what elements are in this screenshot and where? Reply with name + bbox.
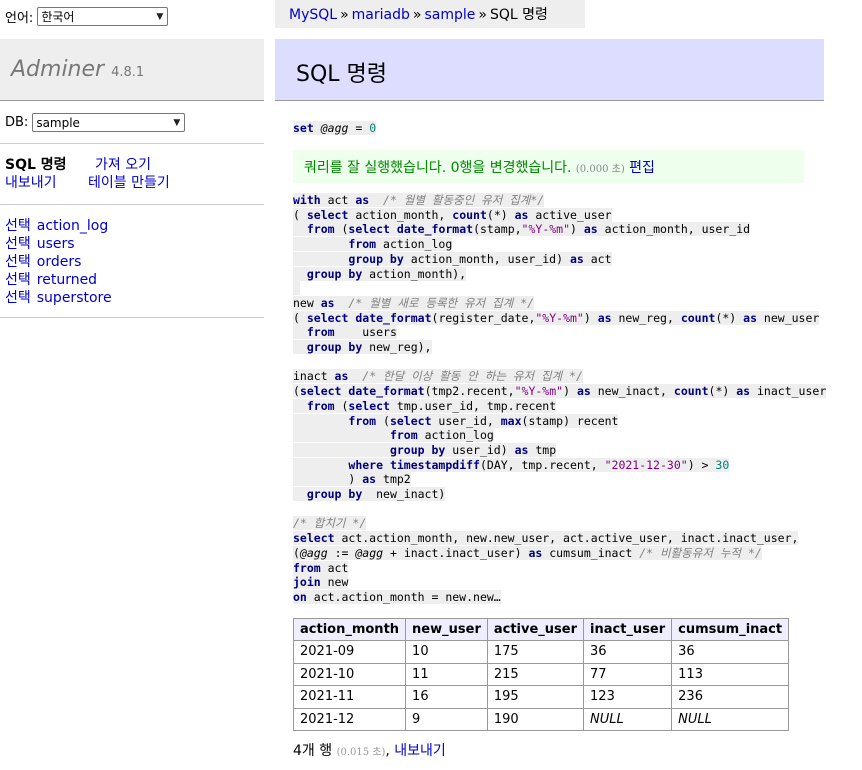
results-footer: 4개 행 (0.015 초), 내보내기 bbox=[293, 743, 446, 759]
db-value: sample bbox=[36, 115, 80, 130]
table-cell: 2021-09 bbox=[292, 640, 407, 664]
select-link[interactable]: 선택 bbox=[5, 217, 31, 235]
chevron-down-icon: ▼ bbox=[173, 117, 181, 128]
table-cell: 236 bbox=[671, 685, 790, 709]
breadcrumb-mysql[interactable]: MySQL bbox=[289, 7, 337, 23]
export-results-link[interactable]: 내보내기 bbox=[394, 743, 446, 759]
sql-set-statement: set @agg = 0 bbox=[293, 121, 377, 136]
query-time: (0.015 초) bbox=[336, 747, 386, 758]
table-cell: 2021-10 bbox=[292, 662, 407, 686]
sidebar-divider bbox=[0, 317, 264, 318]
language-value: 한국어 bbox=[41, 10, 75, 24]
db-selector-row: DB: sample ▼ bbox=[5, 113, 186, 132]
sql-operator: = bbox=[355, 121, 363, 135]
table-cell: 2021-12 bbox=[292, 707, 407, 731]
table-link-returned[interactable]: returned bbox=[37, 271, 97, 289]
table-cell: NULL bbox=[583, 707, 673, 731]
row-count: 4개 행 bbox=[293, 743, 333, 759]
table-link-action-log[interactable]: action_log bbox=[37, 217, 108, 235]
table-cell: 36 bbox=[583, 640, 673, 664]
sidebar-links: SQL 명령 가져 오기 내보내기 테이블 만들기 bbox=[5, 156, 170, 192]
success-message: 쿼리를 잘 실행했습니다. 0행을 변경했습니다. (0.000 초) 편집 bbox=[293, 150, 804, 183]
breadcrumb-server[interactable]: mariadb bbox=[352, 7, 410, 23]
table-item: 선택 superstore bbox=[5, 289, 112, 307]
app-version: 4.8.1 bbox=[111, 65, 145, 80]
sidebar-divider bbox=[0, 143, 264, 144]
table-link-superstore[interactable]: superstore bbox=[37, 289, 112, 307]
create-table-link[interactable]: 테이블 만들기 bbox=[88, 174, 170, 192]
table-cell: 215 bbox=[486, 662, 585, 686]
query-time: (0.000 초) bbox=[575, 164, 625, 175]
breadcrumb: MySQL» mariadb» sample» SQL 명령 bbox=[275, 0, 585, 28]
table-item: 선택 users bbox=[5, 235, 112, 253]
select-link[interactable]: 선택 bbox=[5, 253, 31, 271]
sql-command-link[interactable]: SQL 명령 bbox=[5, 156, 95, 174]
column-header[interactable]: new_user bbox=[405, 618, 488, 641]
table-row: 2021-12 9 190 NULL NULL bbox=[292, 707, 790, 731]
language-select[interactable]: 한국어 ▼ bbox=[37, 7, 169, 26]
table-cell: 190 bbox=[486, 707, 585, 731]
edit-link[interactable]: 편집 bbox=[629, 160, 655, 176]
results-table: action_month new_user active_user inact_use… bbox=[292, 618, 790, 731]
table-cell: 195 bbox=[486, 685, 585, 709]
table-cell: 2021-11 bbox=[292, 685, 407, 709]
table-body: 2021-09 10 175 36 36 2021-10 11 215 77 113 2021-11… bbox=[292, 640, 790, 731]
page-title: SQL 명령 bbox=[296, 62, 388, 87]
table-list: 선택 action_log 선택 users 선택 orders 선택 retu… bbox=[5, 217, 112, 307]
table-cell: 9 bbox=[405, 707, 488, 731]
import-link[interactable]: 가져 오기 bbox=[95, 156, 151, 174]
column-header[interactable]: cumsum_inact bbox=[671, 618, 790, 641]
breadcrumb-separator: » bbox=[340, 7, 349, 23]
sql-query-code[interactable]: with act as /* 월별 활동중인 유저 집계*/ ( select … bbox=[293, 193, 827, 605]
table-row: 2021-09 10 175 36 36 bbox=[292, 640, 790, 664]
table-cell: 113 bbox=[671, 662, 790, 686]
table-cell: 11 bbox=[405, 662, 488, 686]
page-title-bar: SQL 명령 bbox=[275, 39, 824, 101]
language-label: 언어: bbox=[5, 11, 34, 26]
column-header[interactable]: active_user bbox=[486, 618, 585, 641]
breadcrumb-separator: » bbox=[412, 7, 422, 23]
table-row: 2021-10 11 215 77 113 bbox=[292, 662, 790, 686]
sql-number: 0 bbox=[369, 121, 377, 135]
select-link[interactable]: 선택 bbox=[5, 235, 31, 253]
table-header-row: action_month new_user active_user inact_use… bbox=[292, 618, 790, 641]
breadcrumb-separator: » bbox=[478, 7, 487, 23]
table-cell: 36 bbox=[671, 640, 790, 664]
table-cell: 10 bbox=[405, 640, 488, 664]
select-link[interactable]: 선택 bbox=[5, 271, 31, 289]
export-link[interactable]: 내보내기 bbox=[5, 174, 88, 192]
table-link-users[interactable]: users bbox=[37, 235, 75, 253]
table-cell: 16 bbox=[405, 685, 488, 709]
table-item: 선택 returned bbox=[5, 271, 112, 289]
app-logo-link[interactable]: Adminer bbox=[11, 57, 104, 82]
table-cell: 123 bbox=[583, 685, 673, 709]
success-text: 쿼리를 잘 실행했습니다. 0행을 변경했습니다. bbox=[304, 160, 572, 176]
db-label: DB: bbox=[5, 115, 29, 130]
sql-keyword: set bbox=[293, 121, 314, 135]
breadcrumb-db[interactable]: sample bbox=[424, 7, 475, 23]
app-header: Adminer 4.8.1 bbox=[0, 39, 264, 101]
breadcrumb-current: SQL 명령 bbox=[489, 7, 548, 23]
table-item: 선택 orders bbox=[5, 253, 112, 271]
sidebar-divider bbox=[0, 204, 264, 205]
chevron-down-icon: ▼ bbox=[156, 11, 164, 22]
table-item: 선택 action_log bbox=[5, 217, 112, 235]
table-cell: 175 bbox=[486, 640, 585, 664]
table-cell: 77 bbox=[583, 662, 673, 686]
column-header[interactable]: inact_user bbox=[583, 618, 673, 641]
language-selector-row: 언어: 한국어 ▼ bbox=[5, 7, 169, 26]
sql-variable: @agg bbox=[320, 121, 349, 135]
table-link-orders[interactable]: orders bbox=[37, 253, 82, 271]
column-header[interactable]: action_month bbox=[292, 618, 407, 641]
select-link[interactable]: 선택 bbox=[5, 289, 31, 307]
db-select[interactable]: sample ▼ bbox=[32, 113, 186, 132]
table-row: 2021-11 16 195 123 236 bbox=[292, 685, 790, 709]
table-cell: NULL bbox=[671, 707, 790, 731]
